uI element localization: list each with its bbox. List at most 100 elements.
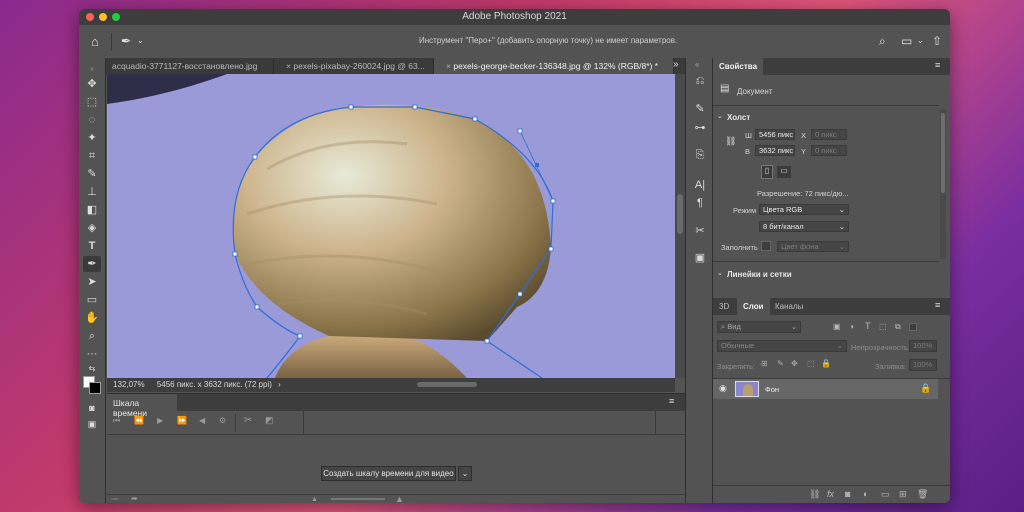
zoom-in-icon[interactable]: ▲	[395, 495, 404, 504]
eye-visibility-icon[interactable]: ◉	[719, 384, 727, 393]
close-tab-icon[interactable]: ×	[286, 61, 291, 71]
filter-smart-object-icon[interactable]: ⧉	[895, 323, 901, 331]
pen-tool-icon[interactable]: ✒	[83, 256, 101, 272]
x-field[interactable]: 0 пикс	[811, 129, 847, 140]
eraser-tool-icon[interactable]: ◧	[83, 202, 101, 218]
canvas-collapse-chevron-icon[interactable]: ⌄	[717, 113, 723, 120]
zoom-level[interactable]: 132,07%	[113, 380, 145, 389]
history-icon[interactable]: ⎌	[693, 74, 707, 88]
landscape-orientation-icon[interactable]: ▭	[776, 165, 792, 179]
zoom-tool-icon[interactable]: ⌕	[83, 328, 101, 344]
lasso-tool-icon[interactable]: ◌	[83, 112, 101, 128]
filter-pixel-icon[interactable]: ▣	[833, 323, 841, 331]
timeline-type-dropdown-icon[interactable]: ⌄	[458, 466, 472, 481]
background-color-swatch[interactable]	[89, 382, 101, 394]
lock-all-icon[interactable]: 🔒	[821, 360, 831, 368]
pen-plus-tool-icon[interactable]: ✒	[121, 35, 131, 47]
tab-document-2[interactable]: × pexels-pixabay-260024.jpg @ 63...	[274, 58, 434, 74]
tab-layers[interactable]: Слои	[737, 298, 770, 315]
y-field[interactable]: 0 пикс	[811, 145, 847, 156]
width-field[interactable]: 5456 пикс	[755, 129, 795, 140]
crop-tool-icon[interactable]: ⌗	[83, 148, 101, 164]
lock-artboard-icon[interactable]: ⬚	[807, 360, 815, 368]
mode-select[interactable]: Цвета RGB ⌄	[759, 204, 849, 215]
filter-type-icon[interactable]: T	[865, 322, 871, 331]
stamp-tool-icon[interactable]: ⊥	[83, 184, 101, 200]
rulers-section-title[interactable]: Линейки и сетки	[727, 270, 792, 279]
tab-timeline[interactable]: Шкала времени	[107, 394, 177, 418]
quick-mask-icon[interactable]: ◙	[83, 400, 101, 416]
tab-properties[interactable]: Свойства	[713, 58, 764, 75]
tab-channels[interactable]: Каналы	[769, 298, 809, 315]
close-tab-icon[interactable]: ×	[446, 61, 451, 71]
add-mask-icon[interactable]: ◙	[845, 490, 850, 499]
type-tool-icon[interactable]: T	[83, 238, 101, 254]
audio-icon[interactable]: ◀	[199, 417, 205, 425]
tab-document-1[interactable]: acquadio-3771127-восстановлено.jpg	[106, 58, 274, 74]
canvas-section-title[interactable]: Холст	[727, 113, 750, 122]
link-dimensions-icon[interactable]: ⛓	[725, 137, 736, 146]
play-icon[interactable]: ▶	[157, 417, 163, 425]
more-tools-icon[interactable]: ···	[83, 346, 101, 362]
settings-gear-icon[interactable]: ⚙	[219, 417, 226, 425]
render-video-icon[interactable]: ➦	[131, 495, 138, 503]
lock-position-icon[interactable]: ✥	[791, 360, 798, 368]
brush-tool-icon[interactable]: ✎	[83, 166, 101, 182]
frame-mode-icon[interactable]: ▫▫▫	[111, 496, 118, 503]
workspace-chevron-icon[interactable]: ⌄	[917, 37, 924, 45]
paint-bucket-tool-icon[interactable]: ◈	[83, 220, 101, 236]
navigator-icon[interactable]: ▣	[693, 251, 707, 265]
swap-colors-icon[interactable]: ⇆	[83, 361, 101, 377]
document-canvas[interactable]	[107, 74, 675, 378]
search-icon[interactable]: ⌕	[879, 35, 886, 47]
prev-frame-icon[interactable]: ⏪	[134, 417, 144, 425]
share-icon[interactable]: ⇧	[932, 35, 942, 47]
home-icon[interactable]: ⌂	[91, 35, 99, 48]
lock-transparent-icon[interactable]: ⊞	[761, 360, 768, 368]
layer-row[interactable]: ◉ Фон 🔒	[713, 379, 938, 399]
split-clip-icon[interactable]: ✂	[244, 416, 252, 426]
adjustment-layer-icon[interactable]: ◐	[863, 490, 868, 499]
path-selection-tool-icon[interactable]: ➤	[83, 274, 101, 290]
more-tabs-icon[interactable]: »	[673, 60, 679, 70]
delete-layer-icon[interactable]: 🗑	[917, 490, 928, 499]
blend-mode-select[interactable]: Обычные ⌄	[717, 340, 847, 352]
portrait-orientation-icon[interactable]: ▯	[761, 165, 773, 179]
create-timeline-button[interactable]: Создать шкалу времени для видео	[321, 466, 456, 481]
link-layers-icon[interactable]: ⛓	[809, 490, 820, 499]
new-layer-icon[interactable]: ⊞	[899, 490, 907, 499]
rectangle-tool-icon[interactable]: ▭	[83, 292, 101, 308]
clone-source-icon[interactable]: ⎘	[693, 148, 707, 162]
height-field[interactable]: 3632 пикс	[755, 145, 795, 156]
new-group-icon[interactable]: ▭	[881, 490, 890, 499]
transition-icon[interactable]: ◩	[265, 416, 274, 425]
layers-menu-icon[interactable]: ≡	[935, 301, 940, 310]
first-frame-icon[interactable]: ⏮	[113, 417, 120, 425]
layer-kind-filter[interactable]: ⌕ Вид ⌄	[717, 321, 801, 333]
hand-tool-icon[interactable]: ✋	[83, 310, 101, 326]
canvas-vertical-scrollbar[interactable]	[675, 74, 685, 378]
fill-select[interactable]: Цвет фона ⌄	[777, 241, 849, 252]
lock-pixels-icon[interactable]: ✎	[777, 360, 784, 368]
tab-document-active[interactable]: × pexels-george-becker-136348.jpg @ 132%…	[434, 58, 674, 74]
properties-scrollbar[interactable]	[940, 109, 946, 259]
adjustments-icon[interactable]: ⊶	[693, 121, 707, 135]
workspace-icon[interactable]: ▭	[901, 35, 912, 47]
move-tool-icon[interactable]: ✥	[83, 76, 101, 92]
chevron-down-icon[interactable]: ⌄	[137, 37, 144, 45]
zoom-out-icon[interactable]: ▲	[311, 496, 318, 503]
rulers-collapse-chevron-icon[interactable]: ⌄	[717, 270, 723, 277]
tab-3d[interactable]: 3D	[713, 298, 735, 315]
bit-depth-select[interactable]: 8 бит/канал ⌄	[759, 221, 849, 232]
character-icon[interactable]: A|	[693, 178, 707, 192]
fill-color-swatch[interactable]	[761, 241, 771, 251]
properties-menu-icon[interactable]: ≡	[935, 61, 940, 70]
magic-wand-tool-icon[interactable]: ✦	[83, 130, 101, 146]
layer-name[interactable]: Фон	[765, 385, 779, 394]
screen-mode-icon[interactable]: ▣	[83, 416, 101, 432]
fill-field[interactable]: 100%	[909, 359, 937, 371]
layer-style-icon[interactable]: fx	[827, 490, 834, 499]
next-frame-icon[interactable]: ⏩	[177, 417, 187, 425]
opacity-field[interactable]: 100%	[909, 340, 937, 352]
filter-toggle-icon[interactable]	[909, 323, 917, 331]
